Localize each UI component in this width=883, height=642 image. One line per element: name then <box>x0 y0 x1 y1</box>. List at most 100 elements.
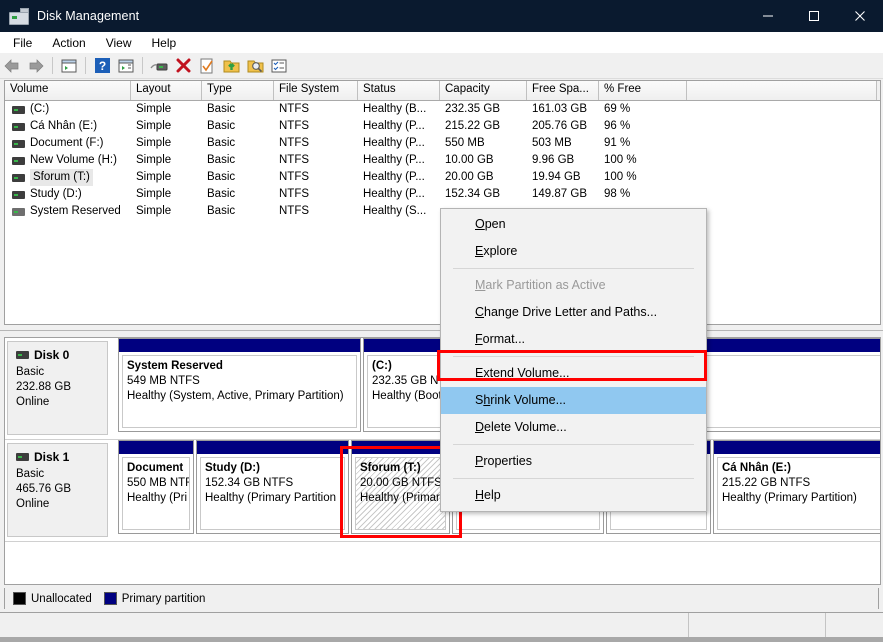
cell-layout: Simple <box>136 120 172 132</box>
context-menu-item-change-drive-letter-and-paths[interactable]: Change Drive Letter and Paths... <box>441 299 706 326</box>
context-menu-item-help[interactable]: Help <box>441 482 706 509</box>
properties-check-icon[interactable] <box>196 55 218 77</box>
title-bar: Disk Management <box>0 0 883 32</box>
back-arrow-icon[interactable] <box>1 55 23 77</box>
context-menu-item-mark-partition-as-active: Mark Partition as Active <box>475 278 606 292</box>
volume-icon <box>12 207 25 216</box>
cell-filesystem: NTFS <box>279 154 310 166</box>
cell-filesystem: NTFS <box>279 120 310 132</box>
cell-pctfree: 98 % <box>604 188 631 200</box>
toolbar: ? <box>0 53 883 79</box>
partition-details: Study (D:) 152.34 GB NTFS Healthy (Primary… <box>200 457 345 530</box>
cell-status: Healthy (P... <box>363 154 425 166</box>
partition-details: System Reserved 549 MB NTFS Healthy (Syste… <box>122 355 357 428</box>
volume-icon <box>12 156 25 165</box>
window-title: Disk Management <box>37 9 140 23</box>
menu-file[interactable]: File <box>3 34 42 52</box>
partition-block[interactable]: System Reserved 549 MB NTFS Healthy (Syste… <box>118 338 361 432</box>
show-action-pane-icon[interactable] <box>115 55 137 77</box>
context-menu-item-open[interactable]: Open <box>441 211 706 238</box>
menu-help[interactable]: Help <box>142 34 187 52</box>
partition-block[interactable]: Document 550 MB NTF Healthy (Pri <box>118 440 194 534</box>
forward-arrow-icon[interactable] <box>25 55 47 77</box>
column-header-free-spa[interactable]: Free Spa... <box>527 81 599 100</box>
table-row[interactable]: New Volume (H:) Simple Basic NTFS Healthy (P… <box>5 152 880 169</box>
disk-state: Online <box>16 498 50 510</box>
cell-capacity: 10.00 GB <box>445 154 494 166</box>
legend-item: Primary partition <box>103 592 205 605</box>
table-row[interactable]: Document (F:) Simple Basic NTFS Healthy (P..… <box>5 135 880 152</box>
volume-name: (C:) <box>30 103 50 115</box>
column-header-volume[interactable]: Volume <box>5 81 131 100</box>
partition-size: 550 MB NTF <box>127 477 190 489</box>
cell-capacity: 215.22 GB <box>445 120 500 132</box>
partition-legend: Unallocated Primary partition <box>4 588 879 609</box>
context-menu-item-format[interactable]: Format... <box>441 326 706 353</box>
volume-context-menu[interactable]: Open Explore Mark Partition as Active Chang… <box>440 208 707 512</box>
cell-pctfree: 91 % <box>604 137 631 149</box>
column-header-layout[interactable]: Layout <box>131 81 202 100</box>
volume-list-body[interactable]: (C:) Simple Basic NTFS Healthy (B... 232.35 G… <box>5 101 880 220</box>
cell-filesystem: NTFS <box>279 205 310 217</box>
partition-block[interactable]: Study (D:) 152.34 GB NTFS Healthy (Primary… <box>196 440 349 534</box>
help-icon[interactable]: ? <box>91 55 113 77</box>
table-row[interactable]: (C:) Simple Basic NTFS Healthy (B... 232.35 G… <box>5 101 880 118</box>
volume-name: Study (D:) <box>30 188 82 200</box>
volume-name: Cá Nhân (E:) <box>30 120 98 132</box>
menu-action[interactable]: Action <box>42 34 95 52</box>
cell-status: Healthy (P... <box>363 120 425 132</box>
cell-layout: Simple <box>136 205 172 217</box>
context-menu-item-explore[interactable]: Explore <box>441 238 706 265</box>
cell-type: Basic <box>207 120 236 132</box>
disk-info-panel[interactable]: Disk 0 Basic 232.88 GB Online <box>7 341 108 435</box>
menu-separator <box>453 444 694 445</box>
column-header-blank[interactable] <box>687 81 877 100</box>
volume-icon <box>12 139 25 148</box>
disk-name: Disk 0 <box>34 348 70 362</box>
context-menu-item-properties[interactable]: Properties <box>441 448 706 475</box>
partition-block[interactable]: Sforum (T:) 20.00 GB NTFS Healthy (Primary… <box>351 440 450 534</box>
column-header-capacity[interactable]: Capacity <box>440 81 527 100</box>
context-menu-item-extend-volume[interactable]: Extend Volume... <box>441 360 706 387</box>
cell-type: Basic <box>207 103 236 115</box>
cell-volume: System Reserved <box>5 203 131 220</box>
partition-name: Cá Nhân (E:) <box>722 462 791 474</box>
context-menu-item-shrink-volume[interactable]: Shrink Volume... <box>441 387 706 414</box>
context-menu-item-delete-volume[interactable]: Delete Volume... <box>441 414 706 441</box>
cell-layout: Simple <box>136 171 172 183</box>
column-header-type[interactable]: Type <box>202 81 274 100</box>
maximize-button[interactable] <box>791 0 837 32</box>
menu-view[interactable]: View <box>96 34 142 52</box>
search-folder-icon[interactable] <box>244 55 266 77</box>
cell-type: Basic <box>207 188 236 200</box>
cell-status: Healthy (B... <box>363 103 427 115</box>
table-row[interactable]: Sforum (T:) Simple Basic NTFS Healthy (P... 2… <box>5 169 880 186</box>
close-button[interactable] <box>837 0 883 32</box>
window-controls <box>745 0 883 32</box>
table-row[interactable]: Study (D:) Simple Basic NTFS Healthy (P... 15… <box>5 186 880 203</box>
connect-disk-icon[interactable] <box>148 55 170 77</box>
column-header-status[interactable]: Status <box>358 81 440 100</box>
partition-size: 549 MB NTFS <box>127 375 200 387</box>
cell-volume: (C:) <box>5 101 131 118</box>
cell-status: Healthy (S... <box>363 205 427 217</box>
export-list-icon[interactable] <box>220 55 242 77</box>
disk-info-panel[interactable]: Disk 1 Basic 465.76 GB Online <box>7 443 108 537</box>
table-row[interactable]: Cá Nhân (E:) Simple Basic NTFS Healthy (P...… <box>5 118 880 135</box>
cell-volume: Study (D:) <box>5 186 131 203</box>
detail-list-icon[interactable] <box>268 55 290 77</box>
column-header-free[interactable]: % Free <box>599 81 687 100</box>
legend-label: Unallocated <box>31 592 92 605</box>
column-header-file-system[interactable]: File System <box>274 81 358 100</box>
disk-icon <box>16 351 29 359</box>
partition-details: Document 550 MB NTF Healthy (Pri <box>122 457 190 530</box>
cell-filesystem: NTFS <box>279 188 310 200</box>
minimize-button[interactable] <box>745 0 791 32</box>
disk-type: Basic <box>16 468 45 480</box>
show-console-tree-icon[interactable] <box>58 55 80 77</box>
volume-icon <box>12 173 25 182</box>
menu-separator <box>453 478 694 479</box>
cell-volume: Sforum (T:) <box>5 169 131 186</box>
delete-icon[interactable] <box>172 55 194 77</box>
partition-block[interactable]: Cá Nhân (E:) 215.22 GB NTFS Healthy (Prima… <box>713 440 880 534</box>
